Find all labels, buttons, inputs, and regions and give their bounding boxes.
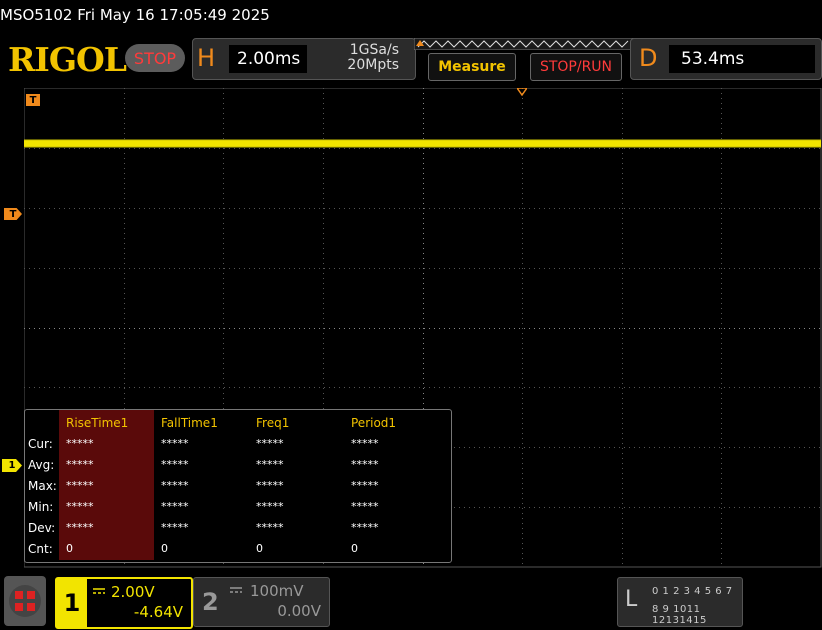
table-cell: ***** <box>66 479 94 492</box>
channel1-panel[interactable]: 1 2.00V -4.64V <box>55 577 193 629</box>
table-cell: ***** <box>256 521 284 534</box>
measure-button[interactable]: Measure <box>428 53 516 81</box>
table-cell: ***** <box>256 479 284 492</box>
row-label: Dev: <box>28 521 56 535</box>
table-cell: ***** <box>256 437 284 450</box>
horizontal-timebase-panel[interactable]: H 2.00ms 1GSa/s 20Mpts <box>192 38 416 80</box>
stop-run-button[interactable]: STOP/RUN <box>530 53 622 81</box>
timebase-value: 2.00ms <box>229 45 307 73</box>
table-cell: ***** <box>161 458 189 471</box>
channel1-trace <box>24 140 821 147</box>
table-cell: ***** <box>161 521 189 534</box>
brand-logo: RIGOL <box>8 40 127 79</box>
table-cell: ***** <box>351 479 379 492</box>
dc-coupling-icon <box>93 588 105 594</box>
table-cell: ***** <box>66 521 94 534</box>
channel2-scale: 100mV <box>250 582 304 600</box>
channel1-offset-marker[interactable]: 1 <box>2 459 22 472</box>
main-menu-button[interactable] <box>4 576 46 626</box>
table-cell: ***** <box>66 500 94 513</box>
column-header[interactable]: RiseTime1 <box>66 416 128 430</box>
table-cell: ***** <box>66 458 94 471</box>
column-header[interactable]: FallTime1 <box>161 416 218 430</box>
table-cell: ***** <box>351 500 379 513</box>
table-cell: ***** <box>161 437 189 450</box>
trigger-time-marker-icon[interactable] <box>517 88 527 96</box>
table-cell: ***** <box>351 458 379 471</box>
run-state-indicator[interactable]: STOP <box>125 44 185 72</box>
table-cell: ***** <box>161 479 189 492</box>
delay-value: 53.4ms <box>669 45 815 73</box>
channel1-number: 1 <box>57 579 87 627</box>
logic-analyzer-panel[interactable]: L 0 1 2 3 4 5 6 7 8 9 1011 12131415 <box>617 577 743 627</box>
channel2-offset: 0.00V <box>277 602 321 620</box>
memory-depth: 20Mpts <box>347 57 399 73</box>
channel1-offset: -4.64V <box>133 603 183 621</box>
table-cell: ***** <box>351 437 379 450</box>
horizontal-letter: H <box>197 44 216 72</box>
channel2-number: 2 <box>202 588 219 616</box>
measurement-table: RiseTime1 FallTime1 Freq1 Period1 Cur: *… <box>24 409 452 563</box>
table-cell: 0 <box>351 542 358 555</box>
table-cell: 0 <box>256 542 263 555</box>
table-cell: ***** <box>66 437 94 450</box>
logic-letter: L <box>625 587 638 612</box>
delay-letter: D <box>639 44 658 72</box>
sample-rate: 1GSa/s <box>349 42 399 58</box>
device-status-title: MSO5102 Fri May 16 17:05:49 2025 <box>0 6 270 24</box>
table-cell: 0 <box>66 542 73 555</box>
logic-channels-row1: 0 1 2 3 4 5 6 7 <box>652 586 733 597</box>
row-label: Min: <box>28 500 54 514</box>
dc-coupling-icon <box>230 587 242 593</box>
channel2-panel[interactable]: 2 100mV 0.00V <box>193 577 330 627</box>
row-label: Cnt: <box>28 542 53 556</box>
row-label: Avg: <box>28 458 55 472</box>
trigger-level-marker[interactable]: T <box>26 94 40 106</box>
table-cell: ***** <box>351 521 379 534</box>
row-label: Cur: <box>28 437 53 451</box>
sample-rate-readout: 1GSa/s 20Mpts <box>347 43 399 73</box>
row-label: Max: <box>28 479 57 493</box>
trigger-position-marker[interactable]: T <box>4 208 22 220</box>
memory-position-strip <box>414 38 634 50</box>
table-cell: ***** <box>256 458 284 471</box>
table-cell: ***** <box>256 500 284 513</box>
table-cell: 0 <box>161 542 168 555</box>
menu-grid-icon <box>9 585 41 617</box>
column-header[interactable]: Period1 <box>351 416 396 430</box>
delay-panel[interactable]: D 53.4ms <box>630 38 822 80</box>
table-cell: ***** <box>161 500 189 513</box>
column-header[interactable]: Freq1 <box>256 416 289 430</box>
logic-channels-row2: 8 9 1011 12131415 <box>652 604 707 626</box>
channel1-scale: 2.00V <box>111 583 155 601</box>
